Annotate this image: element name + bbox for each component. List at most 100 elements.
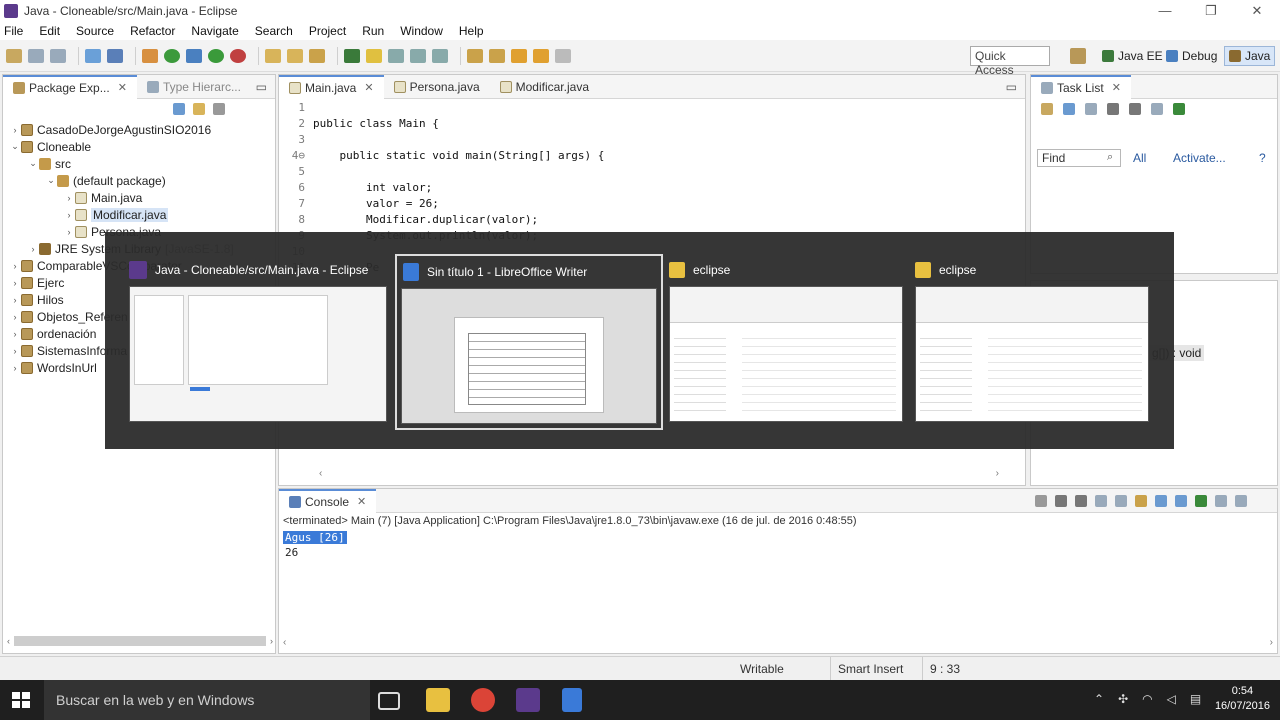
scroll-left-icon[interactable]: ‹ [319, 468, 322, 479]
minimize-button[interactable]: — [1142, 0, 1188, 22]
all-tasks-link[interactable]: All [1133, 151, 1146, 165]
console-view-icon[interactable] [85, 48, 101, 63]
maximize-view-icon[interactable]: ▭ [1006, 80, 1017, 94]
word-wrap-icon[interactable] [1135, 494, 1147, 507]
maximize-button[interactable]: ❐ [1188, 0, 1234, 22]
editor-hscrollbar[interactable]: ‹ › [319, 467, 999, 479]
windows-start-icon[interactable] [12, 692, 30, 708]
chevron-right-icon[interactable]: › [9, 312, 21, 322]
search-icon[interactable] [309, 48, 325, 63]
tree-item[interactable]: › WordsInUrl [9, 359, 97, 376]
chevron-down-icon[interactable]: ⌄ [9, 141, 21, 152]
perspective-java[interactable]: Java [1224, 46, 1276, 66]
quick-access-input[interactable]: Quick Access [970, 46, 1050, 77]
menu-run[interactable]: Run [362, 24, 384, 38]
chevron-right-icon[interactable]: › [9, 346, 21, 356]
chevron-right-icon[interactable]: › [9, 329, 21, 339]
tree-item[interactable]: ⌄ Cloneable [9, 138, 91, 155]
explorer-hscrollbar[interactable]: ‹ › [7, 635, 273, 647]
chevron-right-icon[interactable]: › [63, 193, 75, 203]
activate-task-link[interactable]: Activate... [1173, 151, 1226, 165]
menu-source[interactable]: Source [76, 24, 114, 38]
chevron-down-icon[interactable]: ⌄ [45, 175, 57, 186]
scroll-left-icon[interactable]: ‹ [7, 636, 10, 646]
menu-window[interactable]: Window [400, 24, 443, 38]
show-on-output-icon[interactable] [1155, 494, 1167, 507]
minimize-view-icon[interactable]: ▭ [256, 80, 267, 94]
next-annotation-icon[interactable] [344, 48, 360, 63]
terminate-icon[interactable] [1035, 494, 1047, 507]
task-view-icon[interactable] [378, 692, 400, 710]
tab-console[interactable]: Console ✕ [279, 488, 377, 513]
external-tools-icon[interactable] [230, 48, 246, 63]
debug-icon[interactable] [186, 48, 202, 63]
hide-completed-icon[interactable] [1107, 103, 1119, 115]
scroll-right-icon[interactable]: › [1270, 637, 1273, 649]
writer-taskbar-icon[interactable] [562, 688, 582, 712]
help-icon[interactable]: ? [1259, 151, 1266, 165]
forward-icon[interactable] [533, 48, 549, 63]
show-whitespace-icon[interactable] [432, 48, 448, 63]
wifi-icon[interactable]: ◠ [1142, 692, 1152, 706]
new-wizard-icon[interactable] [164, 48, 180, 63]
menu-project[interactable]: Project [309, 24, 346, 38]
tree-item[interactable]: › CasadoDeJorgeAgustinSIO2016 [9, 121, 212, 138]
perspective-java-ee[interactable]: Java EE [1098, 46, 1167, 66]
tree-item[interactable]: › Hilos [9, 291, 64, 308]
link-editor-icon[interactable] [193, 103, 205, 115]
tab-persona-java[interactable]: Persona.java [384, 75, 490, 99]
chevron-right-icon[interactable]: › [63, 227, 75, 237]
switcher-item-folder-2[interactable]: eclipse [915, 254, 1151, 424]
menu-file[interactable]: File [4, 24, 23, 38]
pin-console-icon[interactable] [1195, 494, 1207, 507]
switcher-item-writer[interactable]: Sin título 1 - LibreOffice Writer [395, 254, 663, 430]
collapse-icon[interactable] [1151, 103, 1163, 115]
run-icon[interactable] [208, 48, 224, 63]
highlight-icon[interactable] [366, 48, 382, 63]
chevron-right-icon[interactable]: › [9, 261, 21, 271]
switcher-item-folder-1[interactable]: eclipse [669, 254, 905, 424]
focus-icon[interactable] [1129, 103, 1141, 115]
tree-item[interactable]: ⌄ (default package) [9, 172, 166, 189]
close-icon[interactable]: ✕ [357, 495, 366, 508]
tab-modificar-java[interactable]: Modificar.java [490, 75, 599, 99]
scroll-lock-icon[interactable] [1115, 494, 1127, 507]
menu-navigate[interactable]: Navigate [191, 24, 238, 38]
scheduled-icon[interactable] [1085, 103, 1097, 115]
volume-icon[interactable]: ◁ [1167, 692, 1176, 706]
tab-main-java[interactable]: Main.java ✕ [279, 74, 384, 99]
sync-icon[interactable] [1173, 103, 1185, 115]
display-console-icon[interactable] [1215, 494, 1227, 507]
new-icon[interactable] [6, 48, 22, 63]
open-console-icon[interactable] [1235, 494, 1247, 507]
scroll-right-icon[interactable]: › [996, 468, 999, 479]
tree-item[interactable]: › Ejerc [9, 274, 65, 291]
collapse-all-icon[interactable] [173, 103, 185, 115]
tab-type-hierarchy[interactable]: Type Hierarc... [137, 75, 251, 99]
chevron-right-icon[interactable]: › [9, 363, 21, 373]
menu-search[interactable]: Search [255, 24, 293, 38]
chevron-right-icon[interactable]: › [9, 295, 21, 305]
tree-item[interactable]: › Modificar.java [9, 206, 169, 223]
menu-help[interactable]: Help [459, 24, 484, 38]
new-task-icon[interactable] [1041, 103, 1053, 115]
menu-refactor[interactable]: Refactor [130, 24, 175, 38]
forward-nav-icon[interactable] [555, 48, 571, 63]
tree-item[interactable]: › ordenación [9, 325, 97, 342]
show-on-error-icon[interactable] [1175, 494, 1187, 507]
tab-package-explorer[interactable]: Package Exp... ✕ [3, 74, 137, 99]
open-folder-icon[interactable] [287, 48, 303, 63]
save-icon[interactable] [28, 48, 44, 63]
taskbar-search-input[interactable]: Buscar en la web y en Windows [44, 680, 370, 720]
tab-task-list[interactable]: Task List ✕ [1031, 74, 1131, 99]
chevron-right-icon[interactable]: › [9, 125, 21, 135]
save-all-icon[interactable] [50, 48, 66, 63]
remove-launch-icon[interactable] [1055, 494, 1067, 507]
switcher-item-eclipse[interactable]: Java - Cloneable/src/Main.java - Eclipse [129, 254, 389, 424]
chevron-right-icon[interactable]: › [27, 244, 39, 254]
remove-all-icon[interactable] [1075, 494, 1087, 507]
perspective-debug[interactable]: Debug [1162, 46, 1221, 66]
scroll-right-icon[interactable]: › [270, 636, 273, 646]
network-app-icon[interactable]: ✣ [1118, 692, 1128, 706]
chevron-right-icon[interactable]: › [63, 210, 75, 220]
